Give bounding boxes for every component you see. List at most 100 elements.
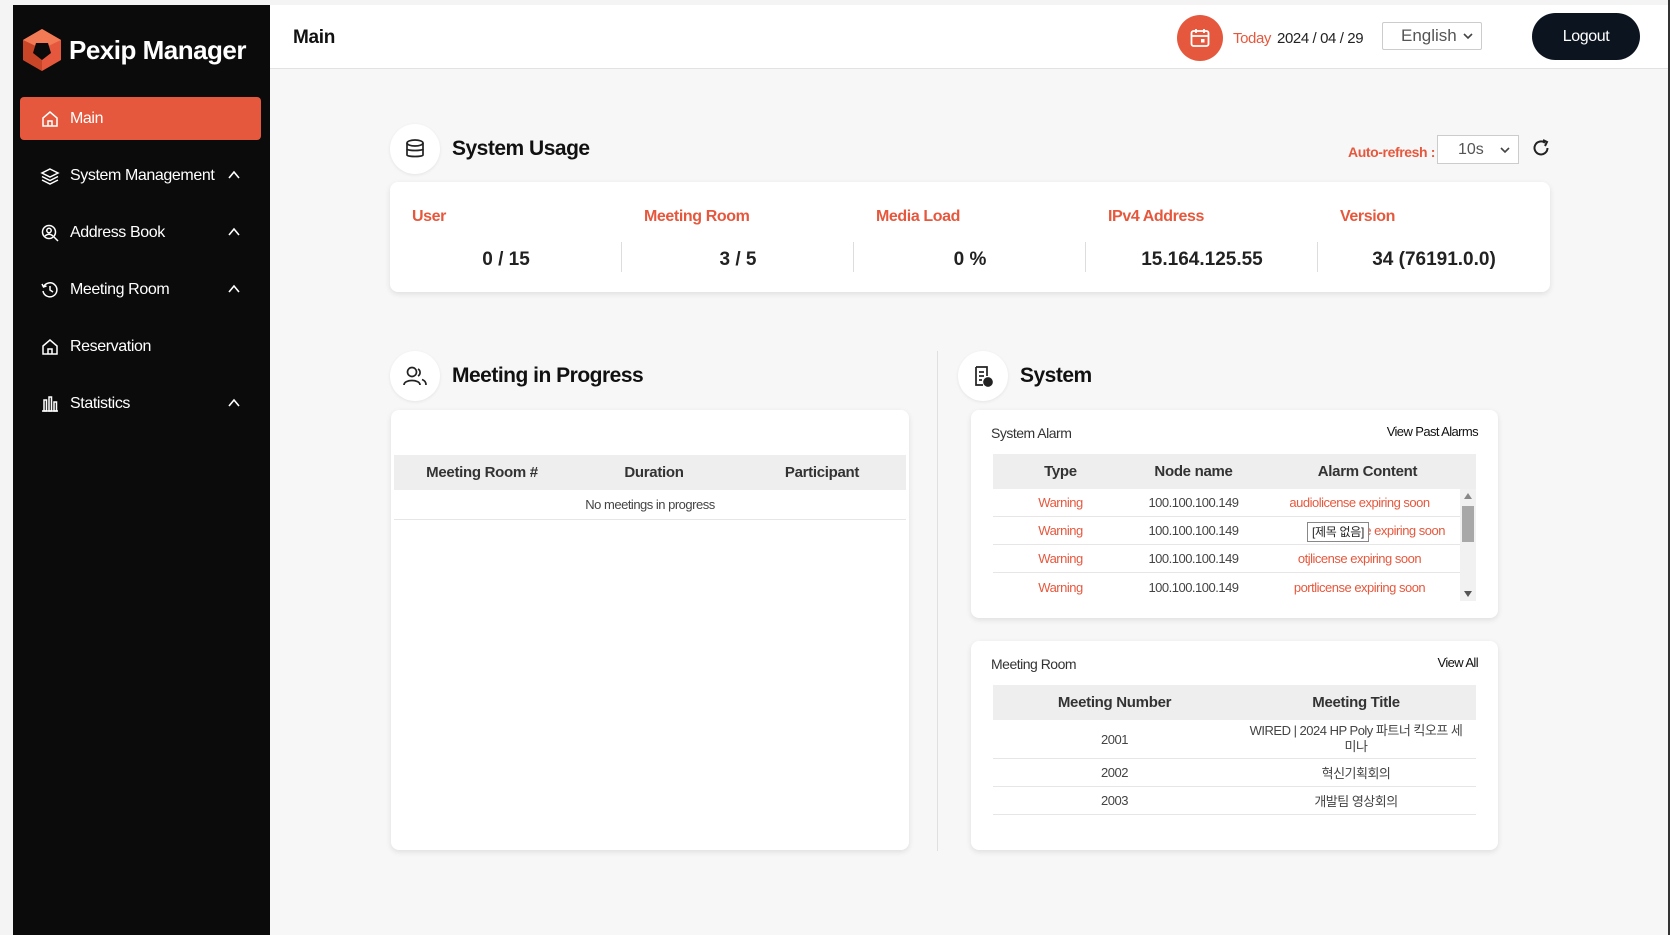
usage-metric-ipv4: IPv4 Address 15.164.125.55 xyxy=(1086,182,1318,292)
column-header[interactable]: Meeting Title xyxy=(1236,694,1476,711)
database-icon xyxy=(390,124,440,174)
section-title: System Usage xyxy=(452,137,590,160)
table-row[interactable]: Warning 100.100.100.149 audiolicense exp… xyxy=(993,489,1476,517)
empty-state: No meetings in progress xyxy=(394,490,906,520)
chevron-up-icon[interactable] xyxy=(227,396,241,410)
column-header[interactable]: Participant xyxy=(738,464,906,481)
section-title: Meeting in Progress xyxy=(452,364,644,387)
table-row[interactable]: Warning 100.100.100.149 license expiring… xyxy=(993,517,1476,545)
sidebar-item-label: Reservation xyxy=(70,337,151,355)
sidebar-item-statistics[interactable]: Statistics xyxy=(20,382,261,425)
sidebar-item-main[interactable]: Main xyxy=(20,97,261,140)
system-alarm-card: System Alarm View Past Alarms Type Node … xyxy=(971,410,1498,618)
usage-metric-meeting-room: Meeting Room 3 / 5 xyxy=(622,182,854,292)
view-all-link[interactable]: View All xyxy=(1438,655,1479,670)
sidebar-item-reservation[interactable]: Reservation xyxy=(20,325,261,368)
alarm-content: portlicense expiring soon xyxy=(1293,579,1426,595)
sidebar-item-label: Address Book xyxy=(70,223,165,241)
column-header[interactable]: Duration xyxy=(570,464,738,481)
brand-name: Pexip Manager xyxy=(69,34,247,65)
metric-value: 3 / 5 xyxy=(719,249,757,270)
node-name: 100.100.100.149 xyxy=(1148,551,1239,566)
layers-icon xyxy=(40,167,60,185)
metric-label: Media Load xyxy=(876,208,961,225)
table-header: Meeting Number Meeting Title xyxy=(993,685,1476,720)
system-header: System xyxy=(958,351,1092,401)
metric-value: 0 % xyxy=(953,249,987,270)
metric-value: 34 (76191.0.0) xyxy=(1372,249,1496,270)
logout-button[interactable]: Logout xyxy=(1532,13,1640,60)
today-label: Today xyxy=(1233,30,1272,47)
chevron-up-icon[interactable] xyxy=(227,168,241,182)
table-row[interactable]: Warning 100.100.100.149 otjlicense expir… xyxy=(993,545,1476,573)
usage-metric-version: Version 34 (76191.0.0) xyxy=(1318,182,1550,292)
view-past-alarms-link[interactable]: View Past Alarms xyxy=(1387,424,1479,439)
auto-refresh-select[interactable]: 10s xyxy=(1437,135,1519,164)
brand[interactable]: Pexip Manager xyxy=(21,27,247,73)
meeting-in-progress-card: Meeting Room # Duration Participant No m… xyxy=(391,410,909,850)
sidebar-item-label: System Management xyxy=(70,166,215,184)
alarm-type: Warning xyxy=(1038,551,1083,566)
alarm-type: Warning xyxy=(1038,579,1083,595)
auto-refresh-value: 10s xyxy=(1458,141,1484,158)
meeting-title: 개발팀 영상회의 xyxy=(1314,794,1398,809)
section-title: System xyxy=(1020,364,1092,387)
card-title: Meeting Room xyxy=(991,656,1077,672)
system-alarm-table: Type Node name Alarm Content Warning 100… xyxy=(993,454,1476,601)
system-usage-header: System Usage xyxy=(390,124,590,174)
metric-label: IPv4 Address xyxy=(1108,208,1204,225)
auto-refresh-label: Auto-refresh : xyxy=(1348,144,1435,160)
meeting-in-progress-table: Meeting Room # Duration Participant No m… xyxy=(394,455,906,520)
sidebar-item-address-book[interactable]: Address Book xyxy=(20,211,261,254)
refresh-icon[interactable] xyxy=(1530,137,1552,159)
column-divider xyxy=(937,351,938,851)
scroll-up-icon[interactable] xyxy=(1464,493,1472,499)
metric-label: Version xyxy=(1340,208,1396,225)
chevron-up-icon[interactable] xyxy=(227,282,241,296)
pexip-logo-icon xyxy=(23,29,61,71)
home-icon xyxy=(42,110,58,127)
tooltip: [제목 없음] xyxy=(1307,522,1370,542)
alarm-type: Warning xyxy=(1038,523,1083,538)
metric-label: User xyxy=(412,208,446,225)
card-title: System Alarm xyxy=(991,425,1072,441)
column-header[interactable]: Type xyxy=(993,463,1128,480)
sidebar-nav: Main System Management Address Book Meet… xyxy=(20,97,261,439)
page-title: Main xyxy=(293,27,336,48)
today-date: 2024 / 04 / 29 xyxy=(1277,30,1364,47)
sidebar-item-meeting-room[interactable]: Meeting Room xyxy=(20,268,261,311)
chevron-up-icon[interactable] xyxy=(227,225,241,239)
home-icon xyxy=(42,338,58,355)
usage-metric-user: User 0 / 15 xyxy=(390,182,622,292)
users-icon xyxy=(390,351,440,401)
user-search-icon xyxy=(41,224,59,242)
column-header[interactable]: Meeting Number xyxy=(993,694,1236,711)
column-header[interactable]: Node name xyxy=(1128,463,1259,480)
table-row[interactable]: 2001 WIRED | 2024 HP Poly 파트너 킥오프 세미나 xyxy=(993,720,1476,759)
scroll-down-icon[interactable] xyxy=(1464,591,1472,597)
node-name: 100.100.100.149 xyxy=(1148,523,1239,538)
alarm-content: otjlicense expiring soon xyxy=(1297,551,1422,566)
table-header: Type Node name Alarm Content xyxy=(993,454,1476,489)
node-name: 100.100.100.149 xyxy=(1148,495,1239,510)
scrollbar-thumb[interactable] xyxy=(1462,506,1474,542)
chevron-down-icon xyxy=(1500,147,1510,154)
table-row[interactable]: 2002 혁신기획회의 xyxy=(993,759,1476,787)
table-row[interactable]: Warning 100.100.100.149 portlicense expi… xyxy=(993,573,1476,601)
column-header[interactable]: Alarm Content xyxy=(1259,463,1476,480)
column-header[interactable]: Meeting Room # xyxy=(394,464,570,481)
sidebar-item-system-management[interactable]: System Management xyxy=(20,154,261,197)
sidebar-item-label: Main xyxy=(70,109,104,127)
alarm-scrollbar[interactable] xyxy=(1460,489,1476,601)
app-window: Pexip Manager Main System Management Add… xyxy=(13,5,1670,935)
table-row[interactable]: 2003 개발팀 영상회의 xyxy=(993,787,1476,815)
meeting-in-progress-header: Meeting in Progress xyxy=(390,351,644,401)
sidebar: Pexip Manager Main System Management Add… xyxy=(13,5,270,935)
meeting-room-card: Meeting Room View All Meeting Number Mee… xyxy=(971,641,1498,850)
metric-value: 0 / 15 xyxy=(482,249,530,270)
language-value: English xyxy=(1401,26,1457,45)
meeting-room-table: Meeting Number Meeting Title 2001 WIRED … xyxy=(993,685,1476,815)
history-icon xyxy=(41,281,58,298)
calendar-button[interactable] xyxy=(1177,15,1223,61)
language-select[interactable]: English xyxy=(1382,22,1482,50)
